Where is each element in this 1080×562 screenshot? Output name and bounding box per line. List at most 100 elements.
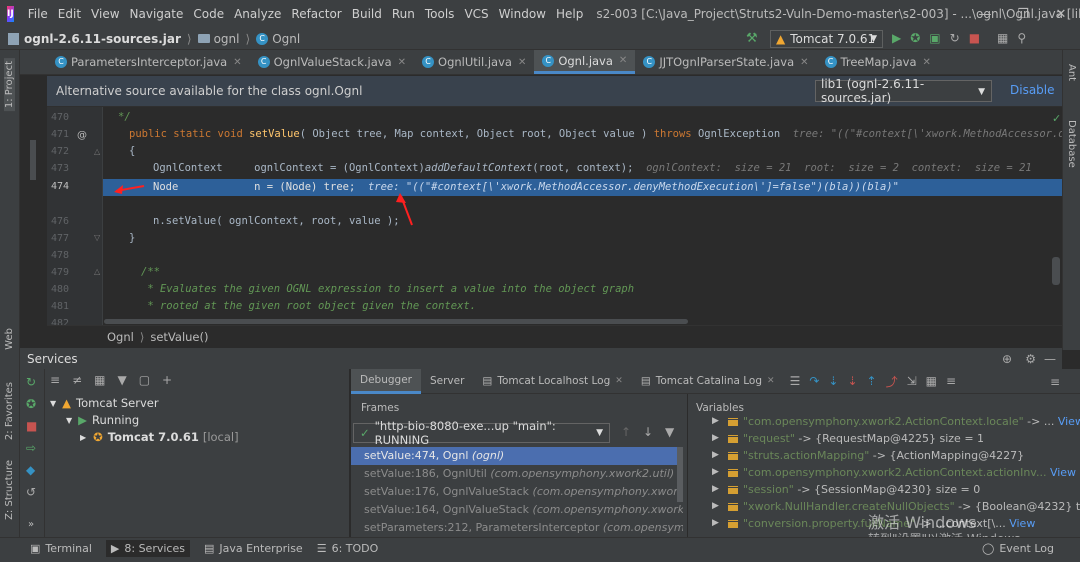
variable-row[interactable]: ▶ "session" -> {SessionMap@4230} size = 0 <box>712 481 980 498</box>
show-execution-point-icon[interactable]: ☰ <box>790 373 801 390</box>
editor-gutter[interactable]: 470 471 472 473 474 476 477 478 479 480 … <box>47 107 103 329</box>
filter-icon[interactable]: ▼ <box>117 373 126 387</box>
tab-ognl-value-stack[interactable]: C OgnlValueStack.java ✕ <box>250 50 414 74</box>
group-icon[interactable]: ▦ <box>94 373 105 387</box>
ant-tool-button[interactable]: Ant <box>1066 64 1077 81</box>
expand-all-icon[interactable]: ≡ <box>50 373 60 387</box>
close-icon[interactable]: ✕ <box>518 57 526 68</box>
view-link[interactable]: View <box>1009 517 1035 530</box>
menu-edit[interactable]: Edit <box>53 7 86 21</box>
java-enterprise-tool-button[interactable]: ▤ Java Enterprise <box>204 542 303 555</box>
run-configuration-select[interactable]: ▲ Tomcat 7.0.61 ▼ <box>770 30 883 48</box>
menu-navigate[interactable]: Navigate <box>125 7 189 21</box>
minimize-panel-icon[interactable]: — <box>1044 352 1056 366</box>
code-editor[interactable]: */ public static void setValue( Object t… <box>104 107 1062 325</box>
debug-icon[interactable]: ✪ <box>910 31 920 45</box>
close-icon[interactable]: ✕ <box>619 55 627 66</box>
close-icon[interactable]: ✕ <box>800 57 808 68</box>
menu-tools[interactable]: Tools <box>420 7 460 21</box>
evaluate-icon[interactable]: ▦ <box>926 373 937 390</box>
tab-ognl[interactable]: C Ognl.java ✕ <box>534 50 636 74</box>
stop-icon[interactable]: ■ <box>26 419 37 433</box>
tab-parameters-interceptor[interactable]: C ParametersInterceptor.java ✕ <box>47 50 250 74</box>
drop-frame-icon[interactable]: ⤴ <box>886 373 898 390</box>
breadcrumb-class[interactable]: Ognl <box>272 32 300 46</box>
tab-localhost-log[interactable]: ▤ Tomcat Localhost Log ✕ <box>473 369 631 394</box>
thread-select[interactable]: ✓ "http-bio-8080-exe...up "main": RUNNIN… <box>353 419 610 447</box>
menu-run[interactable]: Run <box>387 7 420 21</box>
step-out-icon[interactable]: ⇡ <box>867 373 877 390</box>
tab-ognl-util[interactable]: C OgnlUtil.java ✕ <box>414 50 534 74</box>
menu-window[interactable]: Window <box>494 7 551 21</box>
variable-row[interactable]: ▶ "com.opensymphony.xwork2.ActionContext.… <box>712 413 1080 430</box>
frame-row[interactable]: setValue:164, OgnlValueStack (com.opensy… <box>351 501 683 519</box>
project-structure-icon[interactable]: ▦ <box>997 31 1008 45</box>
close-icon[interactable]: ✕ <box>398 57 406 68</box>
previous-frame-icon[interactable]: ↑ <box>621 425 631 439</box>
force-step-into-icon[interactable]: ⇣ <box>847 373 857 390</box>
collapse-all-icon[interactable]: ≠ <box>72 373 82 387</box>
next-frame-icon[interactable]: ↓ <box>643 425 653 439</box>
project-tool-button[interactable]: 1: Project <box>4 58 15 112</box>
override-marker-icon[interactable]: @ <box>77 130 87 141</box>
close-icon[interactable]: ✕ <box>767 376 775 386</box>
fold-icon[interactable]: ▽ <box>94 233 100 242</box>
terminal-tool-button[interactable]: ▣ Terminal <box>30 542 92 555</box>
debug-icon[interactable]: ✪ <box>26 397 36 411</box>
more-icon[interactable]: » <box>28 519 34 530</box>
tab-jjt-ognl-parser-state[interactable]: C JJTOgnlParserState.java ✕ <box>635 50 816 74</box>
tab-server[interactable]: Server <box>421 369 473 394</box>
tab-catalina-log[interactable]: ▤ Tomcat Catalina Log ✕ <box>632 369 784 394</box>
close-icon[interactable]: ✕ <box>923 57 931 68</box>
tab-tree-map[interactable]: C TreeMap.java ✕ <box>817 50 939 74</box>
close-icon[interactable]: ✕ <box>615 376 623 386</box>
layout-icon[interactable]: ≡ <box>1050 375 1060 389</box>
open-browser-icon[interactable]: ◆ <box>26 463 35 477</box>
trace-icon[interactable]: ≡ <box>946 373 956 390</box>
web-tool-button[interactable]: Web <box>4 328 15 350</box>
tab-debugger[interactable]: Debugger <box>351 368 421 394</box>
menu-vcs[interactable]: VCS <box>459 7 493 21</box>
database-tool-button[interactable]: Database <box>1066 120 1077 168</box>
new-tab-icon[interactable]: ▢ <box>139 373 150 387</box>
view-link[interactable]: View <box>1058 415 1080 428</box>
tree-node-tomcat-server[interactable]: ▼ ▲ Tomcat Server <box>50 396 159 410</box>
services-tool-button[interactable]: ▶ 8: Services <box>105 539 190 557</box>
coverage-icon[interactable]: ▣ <box>929 31 940 45</box>
restore-icon[interactable]: ❐ <box>1004 0 1042 28</box>
variable-row[interactable]: ▶ "com.opensymphony.xwork2.ActionContext.… <box>712 464 1076 481</box>
inspection-ok-icon[interactable]: ✓ <box>1052 112 1061 125</box>
tree-node-tomcat-instance[interactable]: ▶ ✪ Tomcat 7.0.61 [local] <box>80 430 239 444</box>
view-link[interactable]: View <box>1050 466 1076 479</box>
run-to-cursor-icon[interactable]: ⇲ <box>907 373 917 390</box>
add-service-icon[interactable]: + <box>162 373 172 387</box>
todo-tool-button[interactable]: ☰ 6: TODO <box>317 542 379 555</box>
horizontal-scrollbar[interactable] <box>104 319 688 324</box>
menu-view[interactable]: View <box>86 7 124 21</box>
frame-row[interactable]: setParameters:212, ParametersInterceptor… <box>351 519 683 537</box>
filter-icon[interactable]: ▼ <box>665 425 674 439</box>
fold-icon[interactable]: △ <box>94 147 100 156</box>
menu-refactor[interactable]: Refactor <box>286 7 346 21</box>
menu-file[interactable]: File <box>23 7 53 21</box>
close-icon[interactable]: ✕ <box>1042 0 1080 28</box>
profile-icon[interactable]: ↻ <box>950 31 960 45</box>
breadcrumb-package[interactable]: ognl <box>214 32 240 46</box>
menu-analyze[interactable]: Analyze <box>229 7 286 21</box>
menu-code[interactable]: Code <box>188 7 229 21</box>
minimize-icon[interactable]: — <box>966 0 1004 28</box>
frame-row[interactable]: setValue:186, OgnlUtil (com.opensymphony… <box>351 465 683 483</box>
fold-icon[interactable]: △ <box>94 267 100 276</box>
step-over-icon[interactable]: ↷ <box>809 373 819 390</box>
menu-help[interactable]: Help <box>551 7 588 21</box>
frame-row[interactable]: setValue:474, Ognl (ognl) <box>351 447 683 465</box>
structure-tool-button[interactable]: Z: Structure <box>4 460 15 520</box>
run-icon[interactable]: ▶ <box>892 31 901 45</box>
breadcrumb-jar[interactable]: ognl-2.6.11-sources.jar <box>24 32 181 46</box>
target-icon[interactable]: ⊕ <box>1002 352 1012 366</box>
disable-link[interactable]: Disable <box>1010 83 1055 97</box>
favorites-tool-button[interactable]: 2: Favorites <box>4 382 15 440</box>
build-hammer-icon[interactable]: ⚒ <box>746 31 758 46</box>
editor-crumb-class[interactable]: Ognl <box>107 330 134 344</box>
stop-icon[interactable]: ■ <box>969 31 980 45</box>
